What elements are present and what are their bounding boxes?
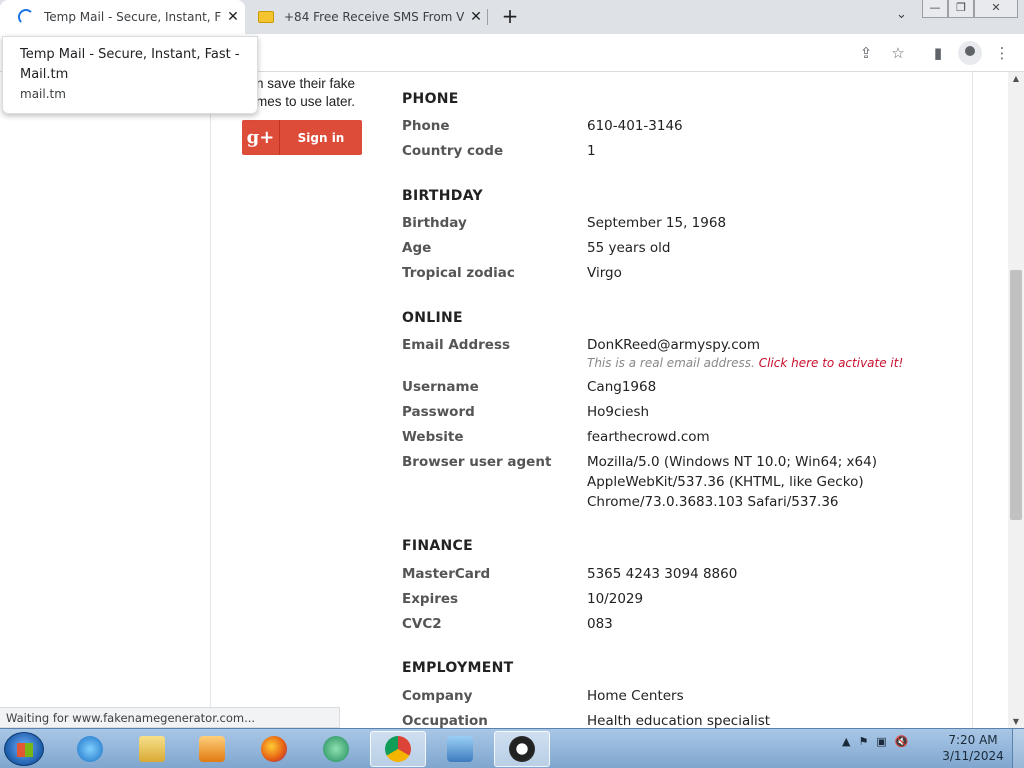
sidebar-description: n save their fake mes to use later. xyxy=(256,76,356,109)
tab-title: +84 Free Receive SMS From Vietnam xyxy=(284,10,464,24)
google-plus-signin-button[interactable]: g+ Sign in xyxy=(242,120,362,155)
action-center-flag-icon[interactable]: ⚑ xyxy=(858,735,868,748)
window-controls: — ❐ ✕ xyxy=(922,0,1018,18)
bookmark-star-icon[interactable]: ☆ xyxy=(888,43,908,63)
media-player-icon[interactable] xyxy=(184,731,240,767)
field-label: Browser user agent xyxy=(402,454,552,470)
field-value: 083 xyxy=(587,616,613,632)
field-label: Tropical zodiac xyxy=(402,265,515,281)
tab-temp-mail[interactable]: Temp Mail - Secure, Instant, Fast ✕ xyxy=(0,0,245,34)
google-plus-icon: g+ xyxy=(242,120,280,155)
field-value: Cang1968 xyxy=(587,379,657,395)
field-label: Username xyxy=(402,379,479,395)
field-value: 10/2029 xyxy=(587,591,644,607)
minimize-button[interactable]: — xyxy=(922,0,948,18)
page-content: n save their fake mes to use later. g+ S… xyxy=(0,72,1008,728)
tab-hover-card: Temp Mail - Secure, Instant, Fast - Mail… xyxy=(2,36,258,114)
divider xyxy=(210,72,211,728)
scroll-up-arrow-icon[interactable]: ▲ xyxy=(1008,74,1024,83)
field-label: MasterCard xyxy=(402,566,491,582)
signin-label: Sign in xyxy=(297,130,345,145)
field-value: 610-401-3146 xyxy=(587,118,683,134)
field-value: Health education specialist xyxy=(587,713,771,728)
profile-avatar[interactable] xyxy=(958,41,982,65)
tab-receive-sms[interactable]: +84 Free Receive SMS From Vietnam ✕ xyxy=(248,0,488,34)
field-value: September 15, 1968 xyxy=(587,215,727,231)
field-value: 5365 4243 3094 8860 xyxy=(587,566,738,582)
divider xyxy=(972,72,973,728)
restore-button[interactable]: ❐ xyxy=(948,0,974,18)
section-heading-phone: PHONE xyxy=(402,91,459,107)
field-value: fearthecrowd.com xyxy=(587,429,710,445)
section-heading-online: ONLINE xyxy=(402,310,463,326)
new-tab-button[interactable]: + xyxy=(498,5,522,29)
field-label: Email Address xyxy=(402,337,511,353)
close-window-button[interactable]: ✕ xyxy=(974,0,1018,18)
field-value: Ho9ciesh xyxy=(587,404,650,420)
tab-search-chevron-icon[interactable]: ⌄ xyxy=(896,7,907,22)
messenger-icon[interactable] xyxy=(308,731,364,767)
email-note: This is a real email address. Click here… xyxy=(587,356,904,370)
field-label: Birthday xyxy=(402,215,467,231)
file-explorer-icon[interactable] xyxy=(124,731,180,767)
field-label: Phone xyxy=(402,118,450,134)
side-panel-icon[interactable]: ▮ xyxy=(928,43,948,63)
section-heading-employment: EMPLOYMENT xyxy=(402,660,514,676)
hover-card-title: Temp Mail - Secure, Instant, Fast - Mail… xyxy=(20,47,240,82)
internet-explorer-icon[interactable] xyxy=(62,731,118,767)
user-agent-value: Mozilla/5.0 (Windows NT 10.0; Win64; x64… xyxy=(587,454,877,510)
field-label: Country code xyxy=(402,143,504,159)
field-label: Company xyxy=(402,688,473,704)
field-label: Expires xyxy=(402,591,459,607)
section-heading-birthday: BIRTHDAY xyxy=(402,188,483,204)
menu-kebab-icon[interactable]: ⋮ xyxy=(992,43,1012,63)
loading-spinner-icon xyxy=(18,9,34,25)
firefox-icon[interactable] xyxy=(246,731,302,767)
field-value: 1 xyxy=(587,143,596,159)
scrollbar-thumb[interactable] xyxy=(1010,270,1022,520)
scroll-down-arrow-icon[interactable]: ▼ xyxy=(1008,717,1024,726)
volume-muted-icon[interactable]: 🔇 xyxy=(895,735,909,748)
network-icon[interactable]: ▣ xyxy=(876,735,886,748)
network-users-icon[interactable] xyxy=(432,731,488,767)
start-button[interactable] xyxy=(4,732,44,766)
field-label: Password xyxy=(402,404,475,420)
vertical-scrollbar[interactable]: ▲ ▼ xyxy=(1008,72,1024,728)
field-label: Website xyxy=(402,429,464,445)
envelope-icon xyxy=(258,11,274,23)
chrome-icon[interactable] xyxy=(370,731,426,767)
section-heading-finance: FINANCE xyxy=(402,538,473,554)
share-icon[interactable]: ⇪ xyxy=(856,43,876,63)
field-value: Home Centers xyxy=(587,688,684,704)
email-value: DonKReed@armyspy.com xyxy=(587,337,761,353)
hover-card-domain: mail.tm xyxy=(20,87,66,101)
tab-close-icon[interactable]: ✕ xyxy=(221,9,245,25)
taskbar: ▲ ⚑ ▣ 🔇 7:20 AM 3/11/2024 xyxy=(0,728,1024,768)
system-tray: ▲ ⚑ ▣ 🔇 xyxy=(842,735,908,748)
status-bar: Waiting for www.fakenamegenerator.com... xyxy=(0,707,340,728)
tray-expand-icon[interactable]: ▲ xyxy=(842,735,850,748)
tab-close-icon[interactable]: ✕ xyxy=(464,9,488,25)
field-value: 55 years old xyxy=(587,240,671,256)
field-label: CVC2 xyxy=(402,616,442,632)
field-label: Age xyxy=(402,240,432,256)
tab-strip: Temp Mail - Secure, Instant, Fast ✕ +84 … xyxy=(0,0,1024,34)
field-value: Virgo xyxy=(587,265,622,281)
show-desktop-button[interactable] xyxy=(1012,729,1024,768)
tab-separator xyxy=(487,9,488,25)
sync-app-icon[interactable] xyxy=(494,731,550,767)
field-label: Occupation xyxy=(402,713,488,728)
tab-title: Temp Mail - Secure, Instant, Fast xyxy=(44,10,221,24)
system-clock[interactable]: 7:20 AM 3/11/2024 xyxy=(936,732,1010,764)
activate-email-link[interactable]: Click here to activate it! xyxy=(759,356,904,370)
